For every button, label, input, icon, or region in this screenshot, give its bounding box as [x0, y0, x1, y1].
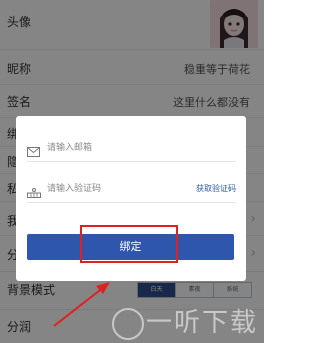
watermark-text: 一听下载: [146, 308, 259, 338]
watermark-logo-icon: [112, 308, 144, 340]
annotation-arrow-icon: [53, 282, 110, 327]
